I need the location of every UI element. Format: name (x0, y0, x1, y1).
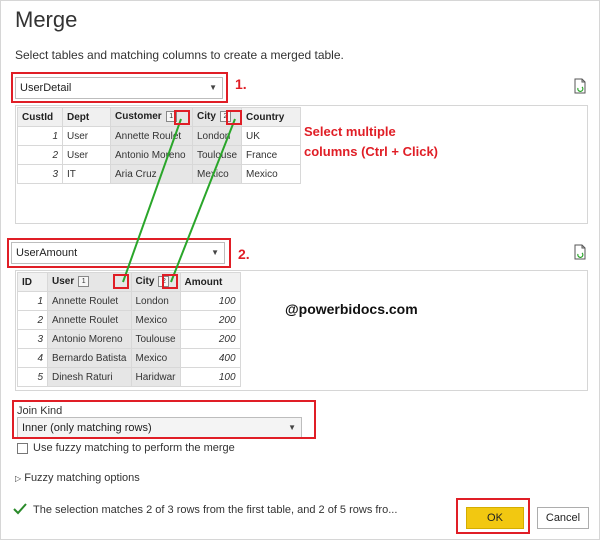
column-header-custid[interactable]: CustId (17, 107, 63, 127)
table-row: 1 Annette Roulet London 100 (17, 291, 241, 311)
cell: Annette Roulet (47, 291, 132, 311)
match-status-text: The selection matches 2 of 3 rows from t… (33, 504, 398, 516)
column-header-country[interactable]: Country (241, 107, 302, 127)
cell: London (130, 291, 181, 311)
first-table-grid: CustId Dept Customer 1 City 2 Country 1 Us… (17, 107, 302, 184)
cell: France (241, 145, 302, 165)
table-row: 2 User Antonio Moreno Toulouse France (17, 145, 302, 165)
table-row: 4 Bernardo Batista Mexico 400 (17, 348, 241, 368)
match-order-badge: 1 (78, 276, 90, 288)
cell: 400 (179, 348, 241, 368)
fuzzy-options-toggle[interactable]: ▷ Fuzzy matching options (15, 472, 140, 484)
cell: 1 (17, 291, 48, 311)
cell: Bernardo Batista (47, 348, 132, 368)
cell: 3 (17, 164, 63, 184)
cell: 100 (179, 291, 241, 311)
cell: Annette Roulet (110, 126, 193, 146)
step-1-label: 1. (235, 76, 247, 92)
table-row: 3 IT Aria Cruz Mexico Mexico (17, 164, 302, 184)
preview-file-icon[interactable] (573, 244, 587, 260)
check-icon (13, 503, 27, 515)
cancel-button[interactable]: Cancel (537, 507, 589, 529)
highlight-badge-city-2 (162, 274, 178, 289)
note-line-1: Select multiple (304, 124, 396, 139)
cell: 200 (179, 329, 241, 349)
cell: Mexico (241, 164, 302, 184)
highlight-first-select (11, 72, 228, 103)
cell: Antonio Moreno (47, 329, 132, 349)
column-header-dept[interactable]: Dept (62, 107, 111, 127)
cell: Aria Cruz (110, 164, 193, 184)
preview-file-icon[interactable] (573, 78, 587, 94)
note-line-2: columns (Ctrl + Click) (304, 144, 438, 159)
merge-dialog: Merge Select tables and matching columns… (0, 0, 600, 540)
cell: Toulouse (191, 145, 243, 165)
cell: London (191, 126, 243, 146)
second-table-grid: ID User 1 City 2 Amount 1 Annette Roulet L… (17, 272, 241, 387)
cell: 200 (179, 310, 241, 330)
table-row: 1 User Annette Roulet London UK (17, 126, 302, 146)
step-2-label: 2. (238, 246, 250, 262)
fuzzy-options-label: Fuzzy matching options (24, 472, 140, 484)
table-row: 2 Annette Roulet Mexico 200 (17, 310, 241, 330)
cell: 2 (17, 145, 63, 165)
dialog-title: Merge (15, 7, 78, 32)
cell: 5 (17, 367, 48, 387)
cell: Mexico (130, 348, 181, 368)
cell: Mexico (191, 164, 243, 184)
highlight-ok-button (456, 498, 530, 534)
highlight-badge-user (113, 274, 129, 289)
cell: Antonio Moreno (110, 145, 193, 165)
cell: Dinesh Raturi (47, 367, 132, 387)
dialog-subtitle: Select tables and matching columns to cr… (15, 48, 344, 62)
fuzzy-matching-checkbox[interactable] (17, 443, 28, 454)
watermark-text: @powerbidocs.com (285, 301, 418, 317)
cell: UK (241, 126, 302, 146)
cell: IT (62, 164, 111, 184)
table-row: 3 Antonio Moreno Toulouse 200 (17, 329, 241, 349)
highlight-join-kind (12, 400, 316, 439)
cell: 100 (179, 367, 241, 387)
highlight-badge-customer (174, 110, 190, 125)
highlight-second-select (7, 238, 231, 268)
cell: Mexico (130, 310, 181, 330)
multi-select-note: Select multiple columns (Ctrl + Click) (304, 122, 438, 162)
chevron-right-icon: ▷ (15, 474, 22, 483)
cell: 4 (17, 348, 48, 368)
fuzzy-matching-label: Use fuzzy matching to perform the merge (33, 442, 235, 454)
cell: 2 (17, 310, 48, 330)
cell: 3 (17, 329, 48, 349)
cell: Annette Roulet (47, 310, 132, 330)
table-row: 5 Dinesh Raturi Haridwar 100 (17, 367, 241, 387)
cell: Toulouse (130, 329, 181, 349)
highlight-badge-city (226, 110, 242, 125)
column-header-id[interactable]: ID (17, 272, 48, 292)
column-header-amount[interactable]: Amount (179, 272, 241, 292)
cell: User (62, 126, 111, 146)
cell: Haridwar (130, 367, 181, 387)
cell: User (62, 145, 111, 165)
cell: 1 (17, 126, 63, 146)
